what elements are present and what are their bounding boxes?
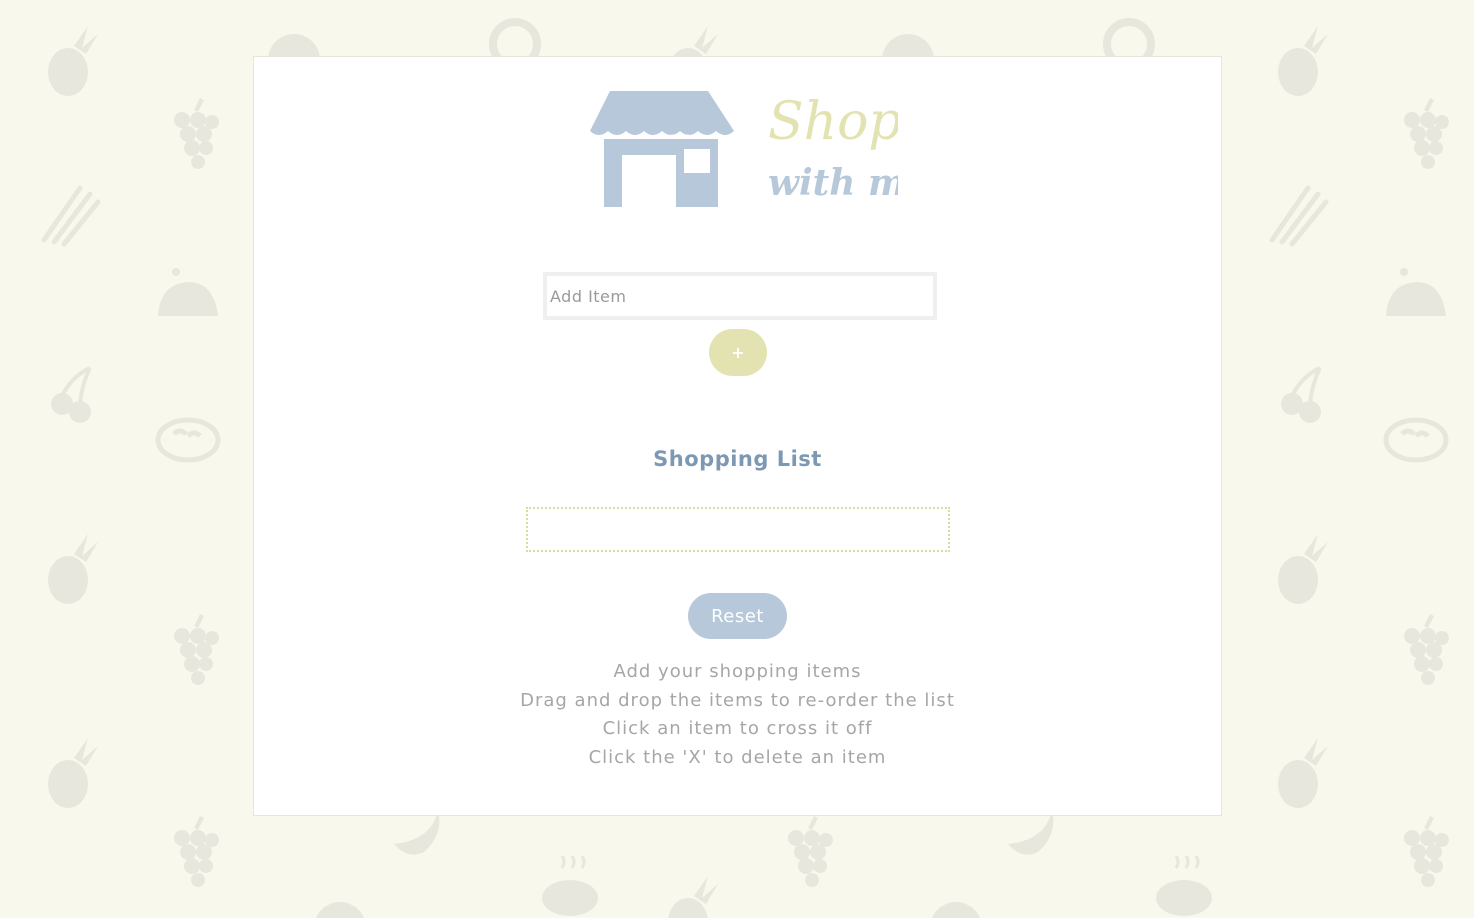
instruction-line: Drag and drop the items to re-order the … bbox=[520, 689, 955, 711]
logo: Shop with me bbox=[588, 87, 898, 217]
logo-shop-text: Shop bbox=[768, 92, 898, 152]
add-item-input[interactable] bbox=[543, 272, 937, 320]
logo-with-me-text: with me bbox=[768, 162, 898, 204]
instruction-line: Click an item to cross it off bbox=[602, 718, 873, 740]
store-icon bbox=[590, 91, 734, 207]
shopping-list-title: Shopping List bbox=[653, 447, 822, 471]
shopping-list-container[interactable] bbox=[526, 507, 950, 552]
add-item-button[interactable]: + bbox=[709, 329, 767, 376]
instruction-line: Click the 'X' to delete an item bbox=[588, 747, 887, 769]
reset-button[interactable]: Reset bbox=[688, 593, 787, 639]
instruction-line: Add your shopping items bbox=[613, 661, 862, 682]
main-card: Shop with me + Shopping List Reset Add y… bbox=[253, 56, 1222, 816]
instructions: Add your shopping items Drag and drop th… bbox=[254, 658, 1221, 773]
